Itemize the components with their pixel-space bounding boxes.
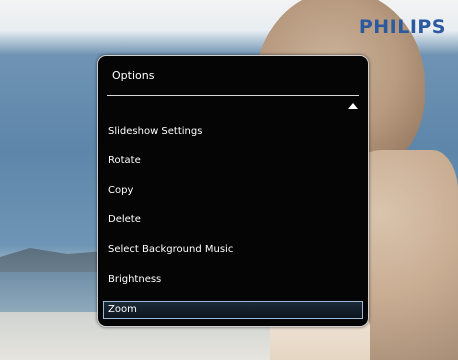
menu-item-select-background-music[interactable]: Select Background Music: [103, 241, 363, 259]
menu-item-brightness[interactable]: Brightness: [103, 271, 363, 289]
menu-item-zoom[interactable]: Zoom: [103, 301, 363, 319]
photo-frame-screen: PHILIPS Options Slideshow Settings Rotat…: [0, 0, 458, 360]
options-menu: Options Slideshow Settings Rotate Copy D…: [97, 55, 369, 327]
menu-title: Options: [112, 69, 155, 82]
menu-divider: [107, 95, 359, 96]
menu-item-delete[interactable]: Delete: [103, 211, 363, 229]
menu-item-rotate[interactable]: Rotate: [103, 152, 363, 170]
scroll-up-icon[interactable]: [348, 103, 358, 109]
brand-logo: PHILIPS: [358, 16, 446, 38]
menu-item-slideshow-settings[interactable]: Slideshow Settings: [103, 123, 363, 141]
menu-item-copy[interactable]: Copy: [103, 182, 363, 200]
